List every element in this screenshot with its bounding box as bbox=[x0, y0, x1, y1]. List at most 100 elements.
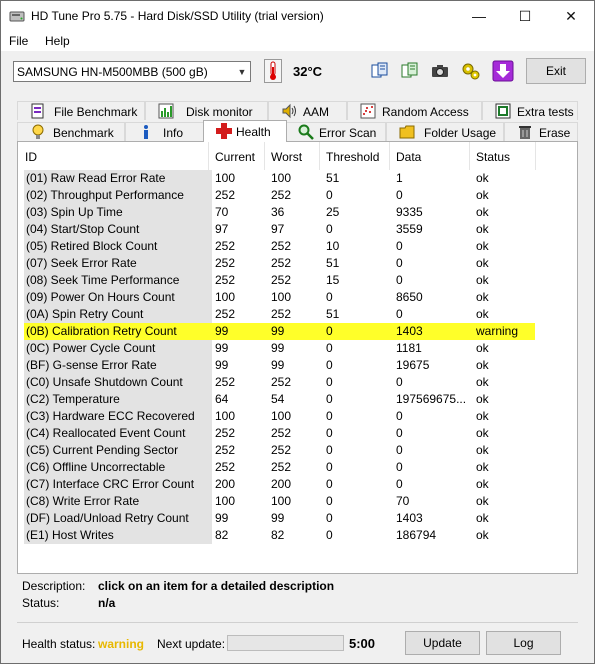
cell-current: 99 bbox=[215, 511, 229, 525]
tab-random-access[interactable]: Random Access bbox=[347, 101, 482, 120]
log-button[interactable]: Log bbox=[486, 631, 561, 655]
health-grid[interactable]: ID Current Worst Threshold Data Status (… bbox=[17, 141, 578, 574]
table-row[interactable]: (C2) Temperature 64 54 0 197569675... ok bbox=[24, 391, 535, 408]
cell-threshold: 0 bbox=[326, 358, 333, 372]
table-row[interactable]: (09) Power On Hours Count 100 100 0 8650 ok bbox=[24, 289, 535, 306]
description-value: click on an item for a detailed descript… bbox=[98, 579, 335, 593]
cell-threshold: 0 bbox=[326, 324, 333, 338]
cell-data: 1403 bbox=[396, 324, 423, 338]
table-row[interactable]: (01) Raw Read Error Rate 100 100 51 1 ok bbox=[24, 170, 535, 187]
cell-current: 100 bbox=[215, 290, 236, 304]
cell-id: (03) Spin Up Time bbox=[24, 204, 212, 221]
app-window: HD Tune Pro 5.75 - Hard Disk/SSD Utility… bbox=[0, 0, 595, 664]
column-divider[interactable] bbox=[264, 142, 265, 170]
tab-aam[interactable]: AAM bbox=[268, 101, 347, 120]
column-header-threshold[interactable]: Threshold bbox=[326, 150, 379, 164]
chevron-down-icon[interactable]: ▼ bbox=[233, 62, 250, 81]
cell-worst: 100 bbox=[271, 409, 292, 423]
copy-info-button[interactable] bbox=[367, 58, 392, 83]
column-header-status[interactable]: Status bbox=[476, 150, 510, 164]
table-row[interactable]: (C5) Current Pending Sector 252 252 0 0 ok bbox=[24, 442, 535, 459]
column-header-data[interactable]: Data bbox=[396, 150, 421, 164]
cell-status: ok bbox=[476, 307, 489, 321]
table-row[interactable]: (BF) G-sense Error Rate 99 99 0 19675 ok bbox=[24, 357, 535, 374]
table-row[interactable]: (E1) Host Writes 82 82 0 186794 ok bbox=[24, 527, 535, 544]
cell-status: ok bbox=[476, 256, 489, 270]
tab-error-scan[interactable]: Error Scan bbox=[285, 122, 386, 141]
column-header-current[interactable]: Current bbox=[215, 150, 255, 164]
tab-folder-usage[interactable]: Folder Usage bbox=[386, 122, 504, 141]
tab-file-benchmark[interactable]: File Benchmark bbox=[17, 101, 145, 120]
update-button[interactable]: Update bbox=[405, 631, 480, 655]
cell-status: ok bbox=[476, 273, 489, 287]
table-row[interactable]: (C0) Unsafe Shutdown Count 252 252 0 0 ok bbox=[24, 374, 535, 391]
tab-extra-tests[interactable]: Extra tests bbox=[482, 101, 578, 120]
column-header-worst[interactable]: Worst bbox=[271, 150, 302, 164]
table-row[interactable]: (03) Spin Up Time 70 36 25 9335 ok bbox=[24, 204, 535, 221]
magnifier-icon bbox=[298, 124, 314, 140]
cell-threshold: 10 bbox=[326, 239, 340, 253]
table-row[interactable]: (0B) Calibration Retry Count 99 99 0 1403 war… bbox=[24, 323, 535, 340]
table-row[interactable]: (08) Seek Time Performance 252 252 15 0 ok bbox=[24, 272, 535, 289]
tab-info[interactable]: Info bbox=[125, 122, 205, 141]
minimize-button[interactable]: — bbox=[456, 1, 502, 31]
exit-button[interactable]: Exit bbox=[526, 58, 586, 84]
table-row[interactable]: (07) Seek Error Rate 252 252 51 0 ok bbox=[24, 255, 535, 272]
table-row[interactable]: (C7) Interface CRC Error Count 200 200 0 0 ok bbox=[24, 476, 535, 493]
table-row[interactable]: (02) Throughput Performance 252 252 0 0 ok bbox=[24, 187, 535, 204]
cell-id: (C0) Unsafe Shutdown Count bbox=[24, 374, 212, 391]
column-divider[interactable] bbox=[535, 142, 536, 170]
cell-data: 0 bbox=[396, 188, 403, 202]
table-row[interactable]: (0A) Spin Retry Count 252 252 51 0 ok bbox=[24, 306, 535, 323]
screenshot-button[interactable] bbox=[427, 58, 452, 83]
cell-id: (C6) Offline Uncorrectable bbox=[24, 459, 212, 476]
drive-select[interactable]: SAMSUNG HN-M500MBB (500 gB) ▼ bbox=[13, 61, 251, 82]
table-row[interactable]: (C3) Hardware ECC Recovered 100 100 0 0 ok bbox=[24, 408, 535, 425]
close-button[interactable]: ✕ bbox=[548, 1, 594, 31]
tab-label: Benchmark bbox=[53, 126, 114, 140]
menu-file[interactable]: File bbox=[9, 34, 28, 48]
column-divider[interactable] bbox=[208, 142, 209, 170]
cell-current: 64 bbox=[215, 392, 229, 406]
options-button[interactable] bbox=[458, 58, 483, 83]
column-divider[interactable] bbox=[389, 142, 390, 170]
cell-data: 0 bbox=[396, 477, 403, 491]
table-row[interactable]: (C4) Reallocated Event Count 252 252 0 0 ok bbox=[24, 425, 535, 442]
save-button[interactable] bbox=[490, 58, 515, 83]
table-row[interactable]: (C6) Offline Uncorrectable 252 252 0 0 ok bbox=[24, 459, 535, 476]
cell-data: 0 bbox=[396, 307, 403, 321]
tab-label: Health bbox=[236, 125, 271, 139]
menu-help[interactable]: Help bbox=[45, 34, 70, 48]
menu-bar: File Help bbox=[1, 31, 594, 51]
drive-select-value: SAMSUNG HN-M500MBB (500 gB) bbox=[17, 65, 208, 79]
tab-erase[interactable]: Erase bbox=[504, 122, 578, 141]
tab-health[interactable]: Health bbox=[203, 120, 287, 142]
table-row[interactable]: (04) Start/Stop Count 97 97 0 3559 ok bbox=[24, 221, 535, 238]
table-row[interactable]: (05) Retired Block Count 252 252 10 0 ok bbox=[24, 238, 535, 255]
cell-status: ok bbox=[476, 205, 489, 219]
title-bar[interactable]: HD Tune Pro 5.75 - Hard Disk/SSD Utility… bbox=[1, 1, 594, 31]
cell-data: 0 bbox=[396, 375, 403, 389]
column-header-id[interactable]: ID bbox=[25, 150, 37, 164]
table-row[interactable]: (C8) Write Error Rate 100 100 0 70 ok bbox=[24, 493, 535, 510]
tab-benchmark[interactable]: Benchmark bbox=[17, 122, 125, 141]
cell-worst: 36 bbox=[271, 205, 285, 219]
cell-id: (01) Raw Read Error Rate bbox=[24, 170, 212, 187]
tab-disk-monitor[interactable]: Disk monitor bbox=[145, 101, 268, 120]
copy-all-button[interactable] bbox=[397, 58, 422, 83]
tab-label: File Benchmark bbox=[54, 105, 138, 119]
column-divider[interactable] bbox=[319, 142, 320, 170]
column-divider[interactable] bbox=[469, 142, 470, 170]
table-row[interactable]: (DF) Load/Unload Retry Count 99 99 0 1403 ok bbox=[24, 510, 535, 527]
trash-icon bbox=[519, 126, 531, 139]
cell-current: 100 bbox=[215, 171, 236, 185]
cell-data: 8650 bbox=[396, 290, 423, 304]
cell-status: ok bbox=[476, 460, 489, 474]
speaker-icon bbox=[282, 103, 296, 119]
cell-worst: 200 bbox=[271, 477, 292, 491]
cell-current: 200 bbox=[215, 477, 236, 491]
table-row[interactable]: (0C) Power Cycle Count 99 99 0 1181 ok bbox=[24, 340, 535, 357]
benchmark-icon bbox=[32, 124, 44, 139]
maximize-button[interactable]: ☐ bbox=[502, 1, 548, 31]
cell-status: ok bbox=[476, 171, 489, 185]
